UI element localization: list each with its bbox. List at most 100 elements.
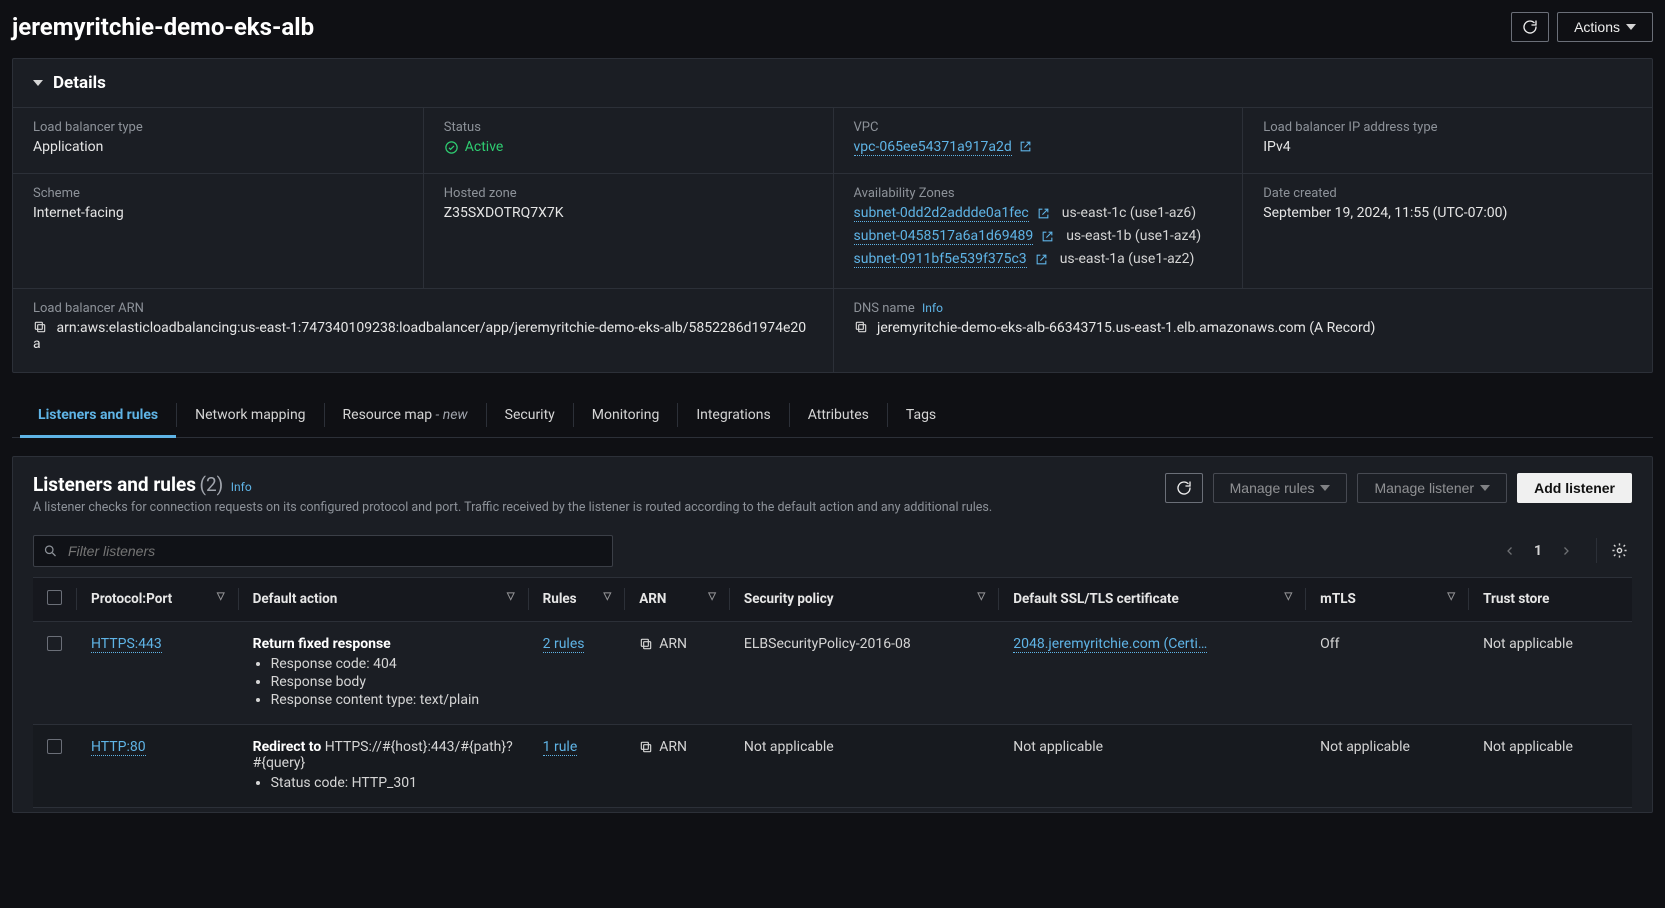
tab-integrations[interactable]: Integrations bbox=[678, 393, 788, 437]
tab-resource-map[interactable]: Resource map - new bbox=[325, 393, 486, 437]
dns-label: DNS name Info bbox=[854, 301, 1633, 316]
action-line: Response body bbox=[271, 674, 515, 690]
arn-pill: ARN bbox=[639, 636, 687, 652]
status-value: Active bbox=[444, 139, 504, 155]
add-listener-button[interactable]: Add listener bbox=[1517, 473, 1632, 503]
action-list: Response code: 404 Response body Respons… bbox=[271, 656, 515, 708]
tabs: Listeners and rules Network mapping Reso… bbox=[12, 393, 1653, 438]
hosted-zone-value: Z35SXDOTRQ7X7K bbox=[444, 205, 813, 221]
mtls-cell: Off bbox=[1306, 621, 1469, 724]
az-zone: us-east-1a (use1-az2) bbox=[1060, 251, 1195, 267]
table-row: HTTPS:443 Return fixed response Response… bbox=[33, 621, 1632, 724]
ip-type-label: Load balancer IP address type bbox=[1263, 120, 1632, 135]
lb-type-label: Load balancer type bbox=[33, 120, 403, 135]
details-panel-header[interactable]: Details bbox=[13, 59, 1652, 107]
listeners-refresh-button[interactable] bbox=[1165, 473, 1203, 503]
page-title: jeremyritchie-demo-eks-alb bbox=[12, 13, 314, 41]
arn-value: arn:aws:elasticloadbalancing:us-east-1:7… bbox=[33, 320, 813, 352]
row-checkbox[interactable] bbox=[47, 636, 62, 651]
date-value: September 19, 2024, 11:55 (UTC-07:00) bbox=[1263, 205, 1632, 221]
tab-tags[interactable]: Tags bbox=[888, 393, 954, 437]
actions-button[interactable]: Actions bbox=[1557, 12, 1653, 42]
listeners-desc: A listener checks for connection request… bbox=[33, 500, 992, 515]
col-security[interactable]: Security policy▽ bbox=[730, 577, 999, 621]
arn-label: Load balancer ARN bbox=[33, 301, 813, 316]
select-all-checkbox[interactable] bbox=[47, 590, 62, 605]
tab-monitoring[interactable]: Monitoring bbox=[574, 393, 678, 437]
scheme-cell: Scheme Internet-facing bbox=[13, 173, 423, 288]
manage-rules-button[interactable]: Manage rules bbox=[1213, 473, 1348, 503]
sort-icon: ▽ bbox=[1447, 591, 1455, 602]
subnet-link[interactable]: subnet-0dd2d2addde0a1fec bbox=[854, 205, 1029, 222]
trust-cell: Not applicable bbox=[1469, 724, 1632, 807]
sort-icon: ▽ bbox=[708, 591, 716, 602]
action-title: Redirect to HTTPS://#{host}:443/#{path}?… bbox=[253, 739, 515, 771]
col-rules[interactable]: Rules▽ bbox=[529, 577, 626, 621]
protocol-link[interactable]: HTTPS:443 bbox=[91, 636, 162, 653]
protocol-link[interactable]: HTTP:80 bbox=[91, 739, 146, 756]
col-action[interactable]: Default action▽ bbox=[239, 577, 529, 621]
row-checkbox[interactable] bbox=[47, 739, 62, 754]
col-trust: Trust store bbox=[1469, 577, 1632, 621]
table-settings-button[interactable] bbox=[1596, 538, 1632, 563]
default-action-cell: Return fixed response Response code: 404… bbox=[239, 621, 529, 724]
cert-link[interactable]: 2048.jeremyritchie.com (Certi… bbox=[1013, 636, 1207, 653]
sort-icon: ▽ bbox=[978, 591, 986, 602]
rules-link[interactable]: 2 rules bbox=[543, 636, 585, 653]
listeners-toolbar: Manage rules Manage listener Add listene… bbox=[1165, 473, 1632, 503]
actions-label: Actions bbox=[1574, 19, 1620, 35]
search-icon bbox=[43, 543, 58, 558]
subnet-link[interactable]: subnet-0911bf5e539f375c3 bbox=[854, 251, 1027, 268]
prev-page-button[interactable] bbox=[1498, 543, 1522, 559]
ip-type-cell: Load balancer IP address type IPv4 bbox=[1242, 107, 1652, 173]
sort-icon: ▽ bbox=[1284, 591, 1292, 602]
listeners-count: (2) bbox=[199, 473, 223, 496]
dns-info-link[interactable]: Info bbox=[922, 301, 943, 315]
sort-icon: ▽ bbox=[217, 591, 225, 602]
next-page-button[interactable] bbox=[1554, 543, 1578, 559]
listeners-titleblock: Listeners and rules (2) Info A listener … bbox=[33, 473, 992, 515]
az-line: subnet-0dd2d2addde0a1fec us-east-1c (use… bbox=[854, 205, 1223, 222]
caret-down-icon bbox=[1480, 485, 1490, 491]
listeners-table: Protocol:Port▽ Default action▽ Rules▽ AR… bbox=[33, 577, 1632, 808]
rules-link[interactable]: 1 rule bbox=[543, 739, 578, 756]
col-arn[interactable]: ARN▽ bbox=[625, 577, 730, 621]
tab-security[interactable]: Security bbox=[487, 393, 573, 437]
caret-down-icon bbox=[1320, 485, 1330, 491]
tab-attributes[interactable]: Attributes bbox=[790, 393, 887, 437]
page-number: 1 bbox=[1534, 543, 1542, 559]
action-title: Return fixed response bbox=[253, 636, 515, 652]
ip-type-value: IPv4 bbox=[1263, 139, 1632, 155]
listeners-title: Listeners and rules bbox=[33, 473, 196, 496]
subnet-link[interactable]: subnet-0458517a6a1d69489 bbox=[854, 228, 1034, 245]
status-label: Status bbox=[444, 120, 813, 135]
vpc-value: vpc-065ee54371a917a2d bbox=[854, 139, 1223, 155]
table-row: HTTP:80 Redirect to HTTPS://#{host}:443/… bbox=[33, 724, 1632, 807]
filter-listeners-input[interactable] bbox=[33, 535, 613, 567]
copy-icon[interactable] bbox=[33, 320, 47, 334]
arn-row: Load balancer ARN arn:aws:elasticloadbal… bbox=[13, 288, 1652, 372]
date-cell: Date created September 19, 2024, 11:55 (… bbox=[1242, 173, 1652, 288]
manage-listener-button[interactable]: Manage listener bbox=[1357, 473, 1507, 503]
col-mtls[interactable]: mTLS▽ bbox=[1306, 577, 1469, 621]
refresh-icon bbox=[1176, 480, 1192, 496]
tab-listeners[interactable]: Listeners and rules bbox=[20, 393, 176, 437]
default-action-cell: Redirect to HTTPS://#{host}:443/#{path}?… bbox=[239, 724, 529, 807]
col-protocol[interactable]: Protocol:Port▽ bbox=[77, 577, 239, 621]
tab-network-mapping[interactable]: Network mapping bbox=[177, 393, 323, 437]
copy-icon[interactable] bbox=[639, 637, 653, 651]
copy-icon[interactable] bbox=[854, 320, 868, 334]
copy-icon[interactable] bbox=[639, 740, 653, 754]
vpc-link[interactable]: vpc-065ee54371a917a2d bbox=[854, 139, 1012, 156]
az-label: Availability Zones bbox=[854, 186, 1223, 201]
page-header: jeremyritchie-demo-eks-alb Actions bbox=[12, 8, 1653, 58]
external-link-icon bbox=[1041, 230, 1054, 243]
external-link-icon bbox=[1019, 140, 1032, 153]
date-label: Date created bbox=[1263, 186, 1632, 201]
scheme-value: Internet-facing bbox=[33, 205, 403, 221]
listeners-info-link[interactable]: Info bbox=[231, 480, 252, 494]
refresh-button[interactable] bbox=[1511, 12, 1549, 42]
col-cert[interactable]: Default SSL/TLS certificate▽ bbox=[999, 577, 1306, 621]
cert-cell: Not applicable bbox=[999, 724, 1306, 807]
scheme-label: Scheme bbox=[33, 186, 403, 201]
